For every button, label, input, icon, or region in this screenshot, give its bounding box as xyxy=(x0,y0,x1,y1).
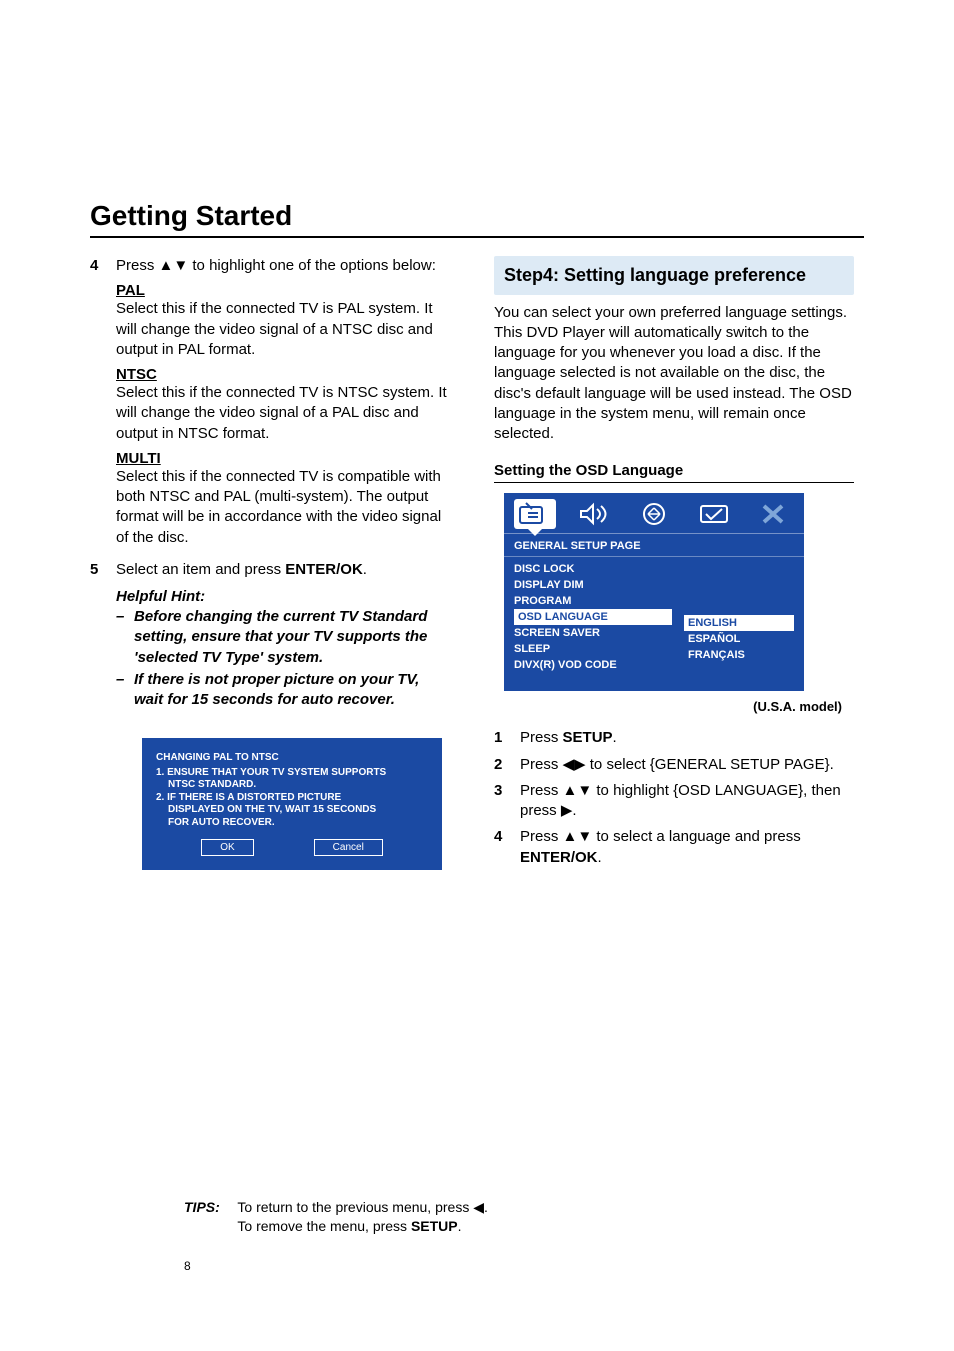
right-icon: ▶ xyxy=(561,802,573,819)
osd-lang[interactable]: ESPAÑOL xyxy=(684,631,794,647)
t: SETUP xyxy=(563,729,613,746)
page-number: 8 xyxy=(184,1259,191,1273)
tips-line2a: To remove the menu, press xyxy=(237,1218,411,1234)
osd-screenshot: GENERAL SETUP PAGE DISC LOCK DISPLAY DIM… xyxy=(504,493,804,691)
step4-header: Step4: Setting language preference xyxy=(494,256,854,295)
dialog-buttons: OK Cancel xyxy=(156,839,428,856)
model-note: (U.S.A. model) xyxy=(494,699,842,714)
tips-line2c: . xyxy=(458,1218,462,1234)
left-icon: ◀ xyxy=(473,1199,484,1215)
step-row: 3 Press ▲▼ to highlight {OSD LANGUAGE}, … xyxy=(520,781,854,822)
t: Press xyxy=(520,729,563,746)
step-number: 1 xyxy=(494,728,502,748)
step-number: 2 xyxy=(494,755,502,775)
tips-line2b: SETUP xyxy=(411,1218,458,1234)
tips-label: TIPS: xyxy=(184,1199,220,1215)
dialog-line: NTSC STANDARD. xyxy=(156,779,428,792)
step5-c: . xyxy=(363,561,367,578)
intro-paragraph: You can select your own preferred langua… xyxy=(494,303,854,445)
dialog-line: DISPLAYED ON THE TV, WAIT 15 SECONDS xyxy=(156,804,428,817)
tips-line1b: . xyxy=(484,1199,488,1215)
osd-left-list: DISC LOCK DISPLAY DIM PROGRAM OSD LANGUA… xyxy=(514,561,676,673)
step-row: 1 Press SETUP. xyxy=(520,728,854,748)
up-down-icon: ▲▼ xyxy=(563,828,593,845)
page-title: Getting Started xyxy=(90,200,864,238)
hint-item: If there is not proper picture on your T… xyxy=(134,670,450,711)
dialog-changing-pal-to-ntsc: CHANGING PAL TO NTSC 1. ENSURE THAT YOUR… xyxy=(142,738,442,870)
t: to select {GENERAL SETUP PAGE}. xyxy=(586,756,834,773)
step-row: 4 Press ▲▼ to select a language and pres… xyxy=(520,827,854,868)
step-5: 5 Select an item and press ENTER/OK. xyxy=(116,560,450,580)
step-row: 2 Press ◀▶ to select {GENERAL SETUP PAGE… xyxy=(520,755,854,775)
page: Getting Started 4 Press ▲▼ to highlight … xyxy=(0,0,954,1351)
dialog-title: CHANGING PAL TO NTSC xyxy=(156,752,428,765)
osd-tab-video-icon[interactable] xyxy=(633,499,675,529)
option-multi-body: Select this if the connected TV is compa… xyxy=(116,467,450,548)
osd-tab-close-icon[interactable] xyxy=(752,499,794,529)
option-pal-body: Select this if the connected TV is PAL s… xyxy=(116,299,450,360)
t: to select a language and press xyxy=(592,828,800,845)
t: . xyxy=(598,849,602,866)
osd-lang-selected[interactable]: ENGLISH xyxy=(684,615,794,631)
ok-button[interactable]: OK xyxy=(201,839,253,856)
step-number: 5 xyxy=(90,560,98,580)
osd-item[interactable]: PROGRAM xyxy=(514,593,676,609)
osd-body: DISC LOCK DISPLAY DIM PROGRAM OSD LANGUA… xyxy=(504,556,804,691)
osd-item[interactable]: DISC LOCK xyxy=(514,561,676,577)
t: Press xyxy=(520,756,563,773)
step-number: 4 xyxy=(494,827,502,847)
osd-right-list: ENGLISH ESPAÑOL FRANÇAIS xyxy=(684,615,794,673)
osd-item[interactable]: SLEEP xyxy=(514,641,676,657)
t: Press xyxy=(520,828,563,845)
t: Press xyxy=(520,782,563,799)
up-down-icon: ▲▼ xyxy=(159,257,189,274)
step5-a: Select an item and press xyxy=(116,561,285,578)
left-right-icon: ◀▶ xyxy=(563,756,586,773)
numbered-steps: 1 Press SETUP. 2 Press ◀▶ to select {GEN… xyxy=(494,728,854,868)
tips-footer: TIPS: To return to the previous menu, pr… xyxy=(184,1198,488,1237)
cancel-button[interactable]: Cancel xyxy=(314,839,383,856)
t: . xyxy=(613,729,617,746)
hint-list: Before changing the current TV Standard … xyxy=(116,607,450,710)
osd-page-title: GENERAL SETUP PAGE xyxy=(504,533,804,556)
option-pal-heading: PAL xyxy=(116,282,450,299)
osd-tab-audio-icon[interactable] xyxy=(574,499,616,529)
osd-item[interactable]: DISPLAY DIM xyxy=(514,577,676,593)
option-ntsc-heading: NTSC xyxy=(116,366,450,383)
step-4: 4 Press ▲▼ to highlight one of the optio… xyxy=(116,256,450,276)
t: . xyxy=(572,802,576,819)
helpful-hint-label: Helpful Hint: xyxy=(116,588,450,605)
t: ENTER/OK xyxy=(520,849,598,866)
osd-item-selected[interactable]: OSD LANGUAGE xyxy=(514,609,672,625)
hint-item: Before changing the current TV Standard … xyxy=(134,607,450,668)
dialog-line: 1. ENSURE THAT YOUR TV SYSTEM SUPPORTS xyxy=(156,767,428,780)
two-column-layout: 4 Press ▲▼ to highlight one of the optio… xyxy=(90,256,864,874)
osd-tab-general-icon[interactable] xyxy=(514,499,556,529)
dialog-line: 2. IF THERE IS A DISTORTED PICTURE xyxy=(156,792,428,805)
step-text-a: Press xyxy=(116,257,159,274)
tips-line1a: To return to the previous menu, press xyxy=(237,1199,473,1215)
step-text-b: to highlight one of the options below: xyxy=(188,257,436,274)
osd-item[interactable]: DIVX(R) VOD CODE xyxy=(514,657,676,673)
osd-lang[interactable]: FRANÇAIS xyxy=(684,647,794,663)
osd-tab-preference-icon[interactable] xyxy=(693,499,735,529)
subheading-osd-language: Setting the OSD Language xyxy=(494,462,854,483)
right-column: Step4: Setting language preference You c… xyxy=(494,256,854,874)
option-ntsc-body: Select this if the connected TV is NTSC … xyxy=(116,383,450,444)
step5-b: ENTER/OK xyxy=(285,561,363,578)
step-number: 4 xyxy=(90,256,98,276)
step-number: 3 xyxy=(494,781,502,801)
dialog-line: FOR AUTO RECOVER. xyxy=(156,817,428,830)
left-column: 4 Press ▲▼ to highlight one of the optio… xyxy=(90,256,450,874)
osd-item[interactable]: SCREEN SAVER xyxy=(514,625,676,641)
osd-tabs xyxy=(504,493,804,533)
option-multi-heading: MULTI xyxy=(116,450,450,467)
up-down-icon: ▲▼ xyxy=(563,782,593,799)
